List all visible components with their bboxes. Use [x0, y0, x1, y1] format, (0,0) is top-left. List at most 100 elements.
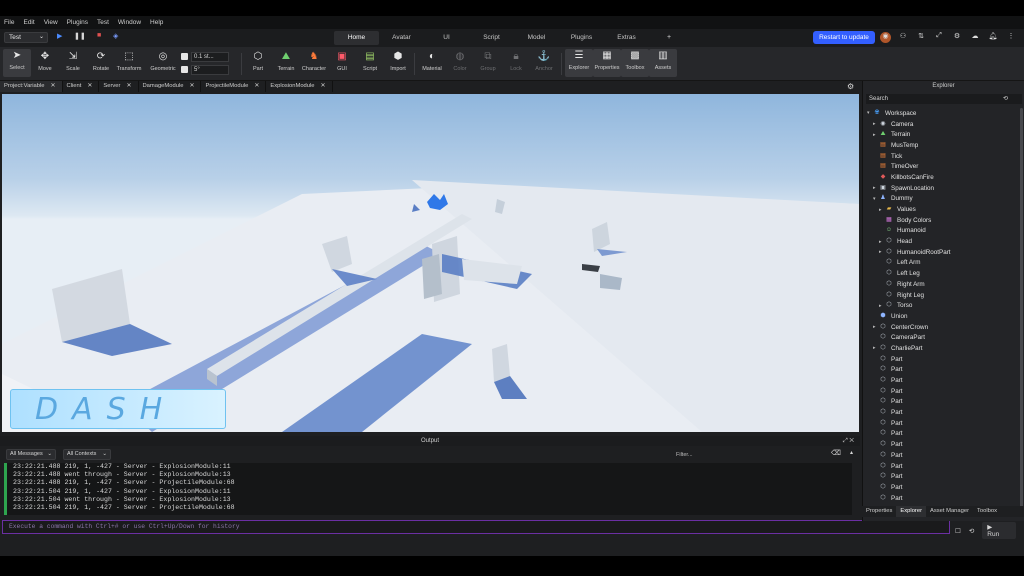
- menu-window[interactable]: Window: [118, 19, 141, 26]
- insert-part-button[interactable]: ⬡ Part: [244, 50, 272, 72]
- snap-move-checkbox[interactable]: [181, 53, 188, 60]
- avatar[interactable]: ◉: [880, 32, 891, 43]
- tree-item[interactable]: ◆ KillbotsCanFire: [863, 172, 1013, 183]
- play-icon[interactable]: ▶: [57, 32, 62, 40]
- tree-item[interactable]: ⬡ Part: [863, 397, 1013, 408]
- tree-item[interactable]: ▾ ♟ Dummy: [863, 194, 1013, 205]
- geometric-tool[interactable]: ◎ Geometric: [149, 50, 177, 72]
- explorer-search-input[interactable]: Search ⟲: [866, 94, 1022, 104]
- all-messages-select[interactable]: All Messages ⌄: [6, 449, 56, 460]
- move-tool[interactable]: ✥ Move: [31, 50, 59, 72]
- tab-projectilemodule[interactable]: ProjectileModule ✕: [201, 81, 267, 92]
- tab-asset-manager[interactable]: Asset Manager: [926, 506, 973, 517]
- tree-item[interactable]: ⬡ Right Arm: [863, 279, 1013, 290]
- tree-item[interactable]: ⬢ Union: [863, 311, 1013, 322]
- close-icon[interactable]: ✕: [189, 81, 194, 92]
- tree-item[interactable]: ⬡ Part: [863, 365, 1013, 376]
- snap-rotate-field[interactable]: 5°: [191, 64, 229, 75]
- restart-to-update-button[interactable]: Restart to update: [813, 31, 875, 44]
- close-icon[interactable]: ✕: [51, 81, 56, 92]
- close-icon[interactable]: ✕: [87, 81, 92, 92]
- tree-item[interactable]: ▦ Body Colors: [863, 215, 1013, 226]
- all-contexts-select[interactable]: All Contexts ⌄: [63, 449, 111, 460]
- bookmark-icon[interactable]: ☐: [955, 527, 961, 535]
- character-button[interactable]: ♞ Character: [300, 50, 328, 72]
- explorer-scrollbar[interactable]: [1020, 108, 1023, 513]
- output-window-controls[interactable]: ⤢ ✕: [843, 436, 854, 446]
- assets-toggle[interactable]: ▥ Assets: [649, 49, 677, 77]
- run-button[interactable]: ▶ Run: [982, 522, 1016, 539]
- tab-explosionmodule[interactable]: ExplosionModule ✕: [266, 81, 333, 92]
- scroll-up-icon[interactable]: ▴: [850, 449, 853, 456]
- tab-project-variable[interactable]: Project:Variable ✕: [0, 81, 63, 92]
- material-button[interactable]: ◐ Material: [418, 50, 446, 72]
- tree-item[interactable]: ⬡ Part: [863, 439, 1013, 450]
- tree-item[interactable]: ⬡ Part: [863, 493, 1013, 504]
- menu-test[interactable]: Test: [97, 19, 109, 26]
- snap-move-field[interactable]: 0.1 st...: [191, 51, 229, 62]
- tree-item[interactable]: ▸ ⬡ Head: [863, 236, 1013, 247]
- tree-item[interactable]: ▸ ⬡ CenterCrown: [863, 322, 1013, 333]
- color-button[interactable]: ◍ Color: [446, 50, 474, 72]
- gui-button[interactable]: ▣ GUI: [328, 50, 356, 72]
- tab-properties[interactable]: Properties: [862, 506, 896, 517]
- add-tab-button[interactable]: +: [667, 31, 671, 45]
- tree-item[interactable]: ▸ ⬡ CharliePart: [863, 343, 1013, 354]
- toolbox-toggle[interactable]: ▩ Toolbox: [621, 49, 649, 77]
- tree-item[interactable]: ⬡ Part: [863, 461, 1013, 472]
- tree-item[interactable]: ⬡ Part: [863, 354, 1013, 365]
- menu-file[interactable]: File: [4, 19, 14, 26]
- tree-item[interactable]: ▸ ⛰ Terrain: [863, 129, 1013, 140]
- rotate-tool[interactable]: ⟳ Rotate: [87, 50, 115, 72]
- notifications-icon[interactable]: 🔔︎: [987, 32, 999, 43]
- tab-home[interactable]: Home: [334, 31, 379, 45]
- terrain-button[interactable]: ⛰ Terrain: [272, 50, 300, 72]
- tab-avatar[interactable]: Avatar: [379, 31, 424, 45]
- menu-edit[interactable]: Edit: [23, 19, 34, 26]
- explorer-toggle[interactable]: ☰ Explorer: [565, 49, 593, 77]
- tree-item[interactable]: ⬡ Part: [863, 418, 1013, 429]
- tree-item[interactable]: ⬡ Part: [863, 450, 1013, 461]
- tab-extras[interactable]: Extras: [604, 31, 649, 45]
- tab-explorer[interactable]: Explorer: [896, 506, 927, 517]
- tree-item[interactable]: ▤ Tick: [863, 151, 1013, 162]
- collaborate-icon[interactable]: ⇅: [915, 32, 927, 43]
- lock-button[interactable]: 🔒︎ Lock: [502, 50, 530, 72]
- cloud-icon[interactable]: ☁: [969, 32, 981, 43]
- tree-item[interactable]: ▾ 🌐︎ Workspace: [863, 108, 1013, 119]
- viewport-settings-icon[interactable]: ⚙: [847, 82, 854, 91]
- tree-item[interactable]: ⬡ Part: [863, 429, 1013, 440]
- transform-tool[interactable]: ⬚ Transform: [115, 50, 143, 72]
- menu-plugins[interactable]: Plugins: [67, 19, 88, 26]
- pause-icon[interactable]: ❚❚: [74, 32, 86, 40]
- tree-item[interactable]: ▸ ▣ SpawnLocation: [863, 183, 1013, 194]
- clear-output-icon[interactable]: ⌫: [831, 449, 841, 457]
- tab-model[interactable]: Model: [514, 31, 559, 45]
- menu-help[interactable]: Help: [150, 19, 163, 26]
- close-icon[interactable]: ✕: [321, 81, 326, 92]
- group-button[interactable]: ⧉ Group: [474, 50, 502, 72]
- tree-item[interactable]: ⬡ Left Leg: [863, 268, 1013, 279]
- client-server-icon[interactable]: ◈: [113, 32, 118, 40]
- snap-rotate-checkbox[interactable]: [181, 66, 188, 73]
- command-bar-input[interactable]: Execute a command with Ctrl+# or use Ctr…: [2, 520, 950, 534]
- place-select[interactable]: Test ⌄: [4, 32, 48, 43]
- tree-item[interactable]: ▤ TimeOver: [863, 161, 1013, 172]
- tree-item[interactable]: ▸ ⬡ HumanoidRootPart: [863, 247, 1013, 258]
- tree-item[interactable]: ▸ ▰ Values: [863, 204, 1013, 215]
- tree-item[interactable]: ⬡ Left Arm: [863, 258, 1013, 269]
- tree-item[interactable]: ▤ MusTemp: [863, 140, 1013, 151]
- tree-item[interactable]: ⬡ CameraPart: [863, 332, 1013, 343]
- add-friend-icon[interactable]: ⚇: [897, 32, 909, 43]
- 3d-viewport[interactable]: DASH: [2, 94, 859, 432]
- tab-script[interactable]: Script: [469, 31, 514, 45]
- scale-tool[interactable]: ⇲ Scale: [59, 50, 87, 72]
- select-tool[interactable]: ➤ Select: [3, 49, 31, 77]
- tab-plugins[interactable]: Plugins: [559, 31, 604, 45]
- anchor-button[interactable]: ⚓ Anchor: [530, 50, 558, 72]
- close-icon[interactable]: ✕: [254, 81, 259, 92]
- history-icon[interactable]: ⟲: [1003, 94, 1008, 104]
- output-filter-input[interactable]: Filter...: [676, 450, 826, 460]
- share-icon[interactable]: ⤢: [933, 32, 945, 43]
- properties-toggle[interactable]: ▦ Properties: [593, 49, 621, 77]
